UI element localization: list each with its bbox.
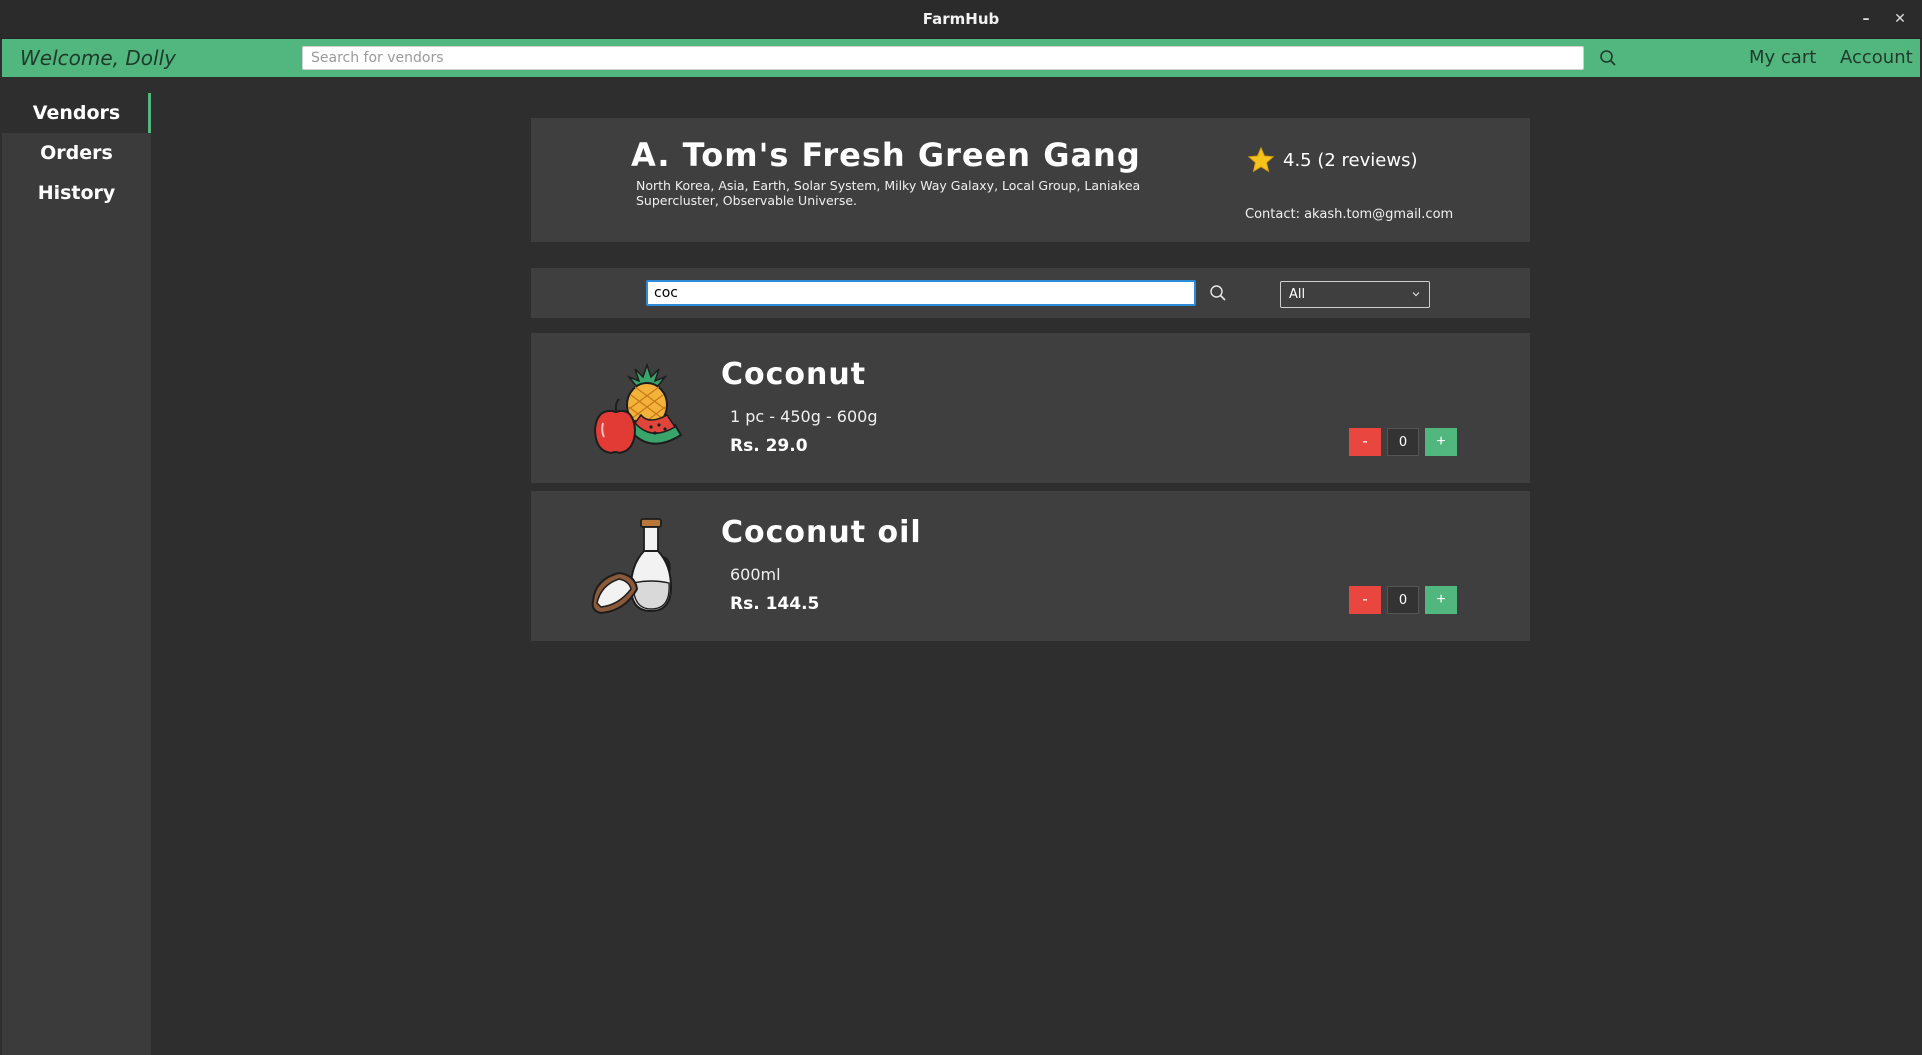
search-icon[interactable] bbox=[1599, 49, 1617, 67]
decrease-quantity-button[interactable]: - bbox=[1349, 586, 1381, 614]
quantity-value: 0 bbox=[1387, 428, 1419, 456]
vendor-contact: Contact: akash.tom@gmail.com bbox=[1245, 207, 1454, 222]
star-icon bbox=[1247, 146, 1275, 173]
category-selected-value: All bbox=[1289, 287, 1306, 302]
quantity-stepper: - 0 + bbox=[1349, 428, 1457, 456]
sidebar-item-label: History bbox=[37, 182, 116, 204]
sidebar-item-orders[interactable]: Orders bbox=[2, 133, 151, 173]
window-title: FarmHub bbox=[922, 10, 1000, 28]
welcome-text: Welcome, Dolly bbox=[20, 46, 176, 70]
increase-quantity-button[interactable]: + bbox=[1425, 428, 1457, 456]
window-controls: – ✕ bbox=[1858, 0, 1908, 38]
product-size: 1 pc - 450g - 600g bbox=[730, 407, 878, 426]
product-filter-bar: All bbox=[531, 268, 1530, 318]
chevron-down-icon bbox=[1412, 292, 1420, 297]
search-icon[interactable] bbox=[1209, 284, 1227, 302]
oil-bottle-icon bbox=[591, 518, 673, 615]
decrease-quantity-button[interactable]: - bbox=[1349, 428, 1381, 456]
vendor-name: A. Tom's Fresh Green Gang bbox=[631, 136, 1141, 174]
sidebar: Vendors Orders History bbox=[2, 93, 151, 1055]
quantity-stepper: - 0 + bbox=[1349, 586, 1457, 614]
sidebar-item-vendors[interactable]: Vendors bbox=[2, 93, 151, 133]
product-size: 600ml bbox=[730, 565, 781, 584]
quantity-value: 0 bbox=[1387, 586, 1419, 614]
minimize-button[interactable]: – bbox=[1858, 11, 1874, 27]
vendor-header: A. Tom's Fresh Green Gang North Korea, A… bbox=[531, 118, 1530, 242]
close-button[interactable]: ✕ bbox=[1892, 11, 1908, 27]
sidebar-item-label: Orders bbox=[40, 142, 113, 164]
sidebar-item-history[interactable]: History bbox=[2, 173, 151, 213]
fruits-icon bbox=[593, 362, 683, 455]
my-cart-link[interactable]: My cart bbox=[1749, 47, 1816, 68]
increase-quantity-button[interactable]: + bbox=[1425, 586, 1457, 614]
vendor-search-input[interactable] bbox=[302, 46, 1584, 70]
account-link[interactable]: Account bbox=[1840, 47, 1913, 68]
product-price: Rs. 144.5 bbox=[730, 594, 820, 614]
product-name: Coconut oil bbox=[721, 515, 922, 550]
window-titlebar: FarmHub – ✕ bbox=[0, 0, 1922, 39]
vendor-address: North Korea, Asia, Earth, Solar System, … bbox=[636, 178, 1141, 208]
product-card: Coconut oil 600ml Rs. 144.5 - 0 + bbox=[531, 491, 1530, 641]
rating-text: 4.5 (2 reviews) bbox=[1283, 149, 1418, 171]
vendor-rating: 4.5 (2 reviews) bbox=[1247, 146, 1417, 174]
sidebar-item-label: Vendors bbox=[32, 102, 121, 124]
product-card: Coconut 1 pc - 450g - 600g Rs. 29.0 - 0 … bbox=[531, 333, 1530, 483]
category-dropdown[interactable]: All bbox=[1280, 281, 1430, 308]
product-search-input[interactable] bbox=[646, 280, 1196, 306]
top-navbar: Welcome, Dolly My cart Account bbox=[2, 39, 1920, 77]
product-name: Coconut bbox=[721, 357, 867, 392]
product-price: Rs. 29.0 bbox=[730, 436, 808, 456]
